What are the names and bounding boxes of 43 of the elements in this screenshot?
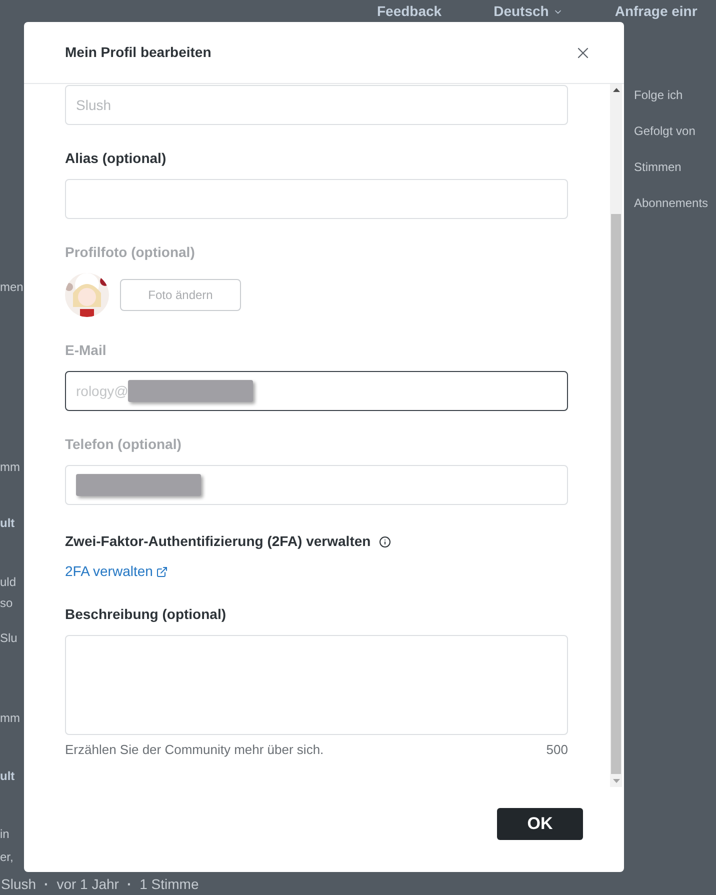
nav-link[interactable]: Feedback xyxy=(377,3,442,20)
scroll-up-icon[interactable] xyxy=(612,88,620,92)
field-label: Beschreibung (optional) xyxy=(65,605,227,624)
field-label: E-Mail xyxy=(65,341,108,360)
field-label: Alias (optional) xyxy=(65,149,168,168)
ok-button[interactable]: OK xyxy=(497,808,583,840)
scrollbar-thumb[interactable] xyxy=(611,214,621,774)
background-text: in xyxy=(0,826,10,843)
field-label: Profilfoto (optional) xyxy=(65,243,196,262)
background-text: men xyxy=(0,279,24,296)
background-text: so xyxy=(0,595,13,612)
background-text: mm xyxy=(0,710,20,727)
nav-link[interactable]: Deutsch xyxy=(494,3,563,20)
separator-dot: · xyxy=(44,875,49,894)
field-hint: Erzählen Sie der Community mehr über sich. xyxy=(65,741,324,759)
post-meta: vor 1 Jahr xyxy=(56,875,119,894)
sidebar-item[interactable]: Abonnements xyxy=(634,194,708,212)
field-label: Telefon (optional) xyxy=(65,435,182,454)
background-text: uld xyxy=(0,574,16,591)
external-link-icon xyxy=(156,566,168,578)
input-placeholder: Slush xyxy=(76,96,112,114)
field-label: Zwei-Faktor-Authentifizierung (2FA) verwalten xyxy=(65,532,371,551)
scroll-down-icon[interactable] xyxy=(612,779,620,783)
separator-dot: · xyxy=(126,875,132,894)
scrollbar[interactable] xyxy=(610,84,622,787)
background-text: mm xyxy=(0,459,20,476)
manage-2fa-link[interactable]: 2FA verwalten xyxy=(65,561,168,582)
sidebar-item[interactable]: Gefolgt von xyxy=(634,122,708,140)
background-text: ult xyxy=(0,768,15,785)
sidebar-item[interactable]: Stimmen xyxy=(634,158,708,176)
background-text: ult xyxy=(0,515,15,532)
sidebar-item[interactable]: Folge ich xyxy=(634,86,708,104)
input-value: rology@ xyxy=(76,382,128,401)
post-meta: Slush xyxy=(1,875,36,894)
post-meta: 1 Stimme xyxy=(140,875,199,894)
character-counter: 500 xyxy=(546,741,568,759)
dialog-title: Mein Profil bearbeiten xyxy=(65,43,212,62)
background-text: Slu xyxy=(0,630,18,647)
background-text: er, xyxy=(0,849,14,866)
input-field[interactable] xyxy=(65,179,568,219)
nav-link[interactable]: Anfrage einr xyxy=(614,3,698,20)
info-icon[interactable] xyxy=(378,536,391,548)
description-field[interactable] xyxy=(65,635,568,735)
